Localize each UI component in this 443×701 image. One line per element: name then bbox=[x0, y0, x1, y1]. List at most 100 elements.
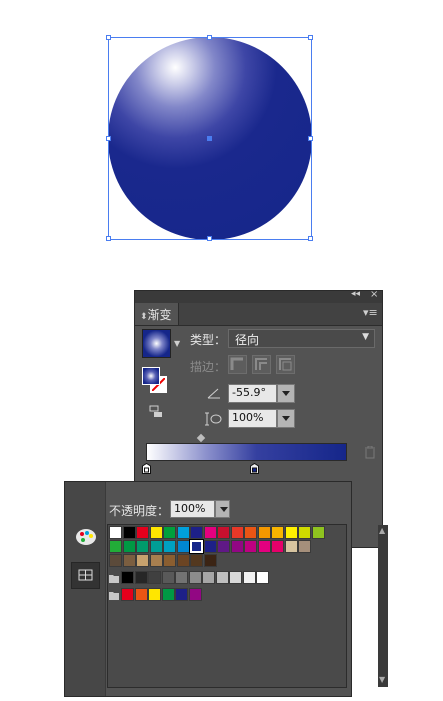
grayscale-row-swatch[interactable] bbox=[202, 571, 215, 584]
gradient-type-dropdown[interactable]: 径向 ▼ bbox=[228, 329, 375, 348]
opacity-label: 不透明度： bbox=[109, 504, 170, 518]
color-row-2-swatch[interactable] bbox=[284, 540, 298, 553]
swatches-tab-button[interactable] bbox=[71, 562, 100, 589]
color-row-1-swatch[interactable] bbox=[176, 526, 190, 539]
panel-title-bar[interactable]: ◂◂ × bbox=[135, 289, 382, 303]
grayscale-row-swatch[interactable] bbox=[215, 571, 229, 584]
double-chevron-left-icon[interactable]: ◂◂ bbox=[351, 289, 360, 299]
color-row-2-swatch[interactable] bbox=[244, 540, 257, 553]
color-row-1-swatch[interactable] bbox=[190, 526, 203, 539]
bright-colors-row-swatch[interactable] bbox=[188, 588, 202, 601]
stroke-label: 描边： bbox=[190, 360, 227, 374]
color-row-1-swatch[interactable] bbox=[284, 526, 298, 539]
color-row-1-swatch[interactable] bbox=[257, 526, 271, 539]
color-row-1-swatch[interactable] bbox=[271, 526, 284, 539]
color-row-2-swatch[interactable] bbox=[230, 540, 244, 553]
resize-handle-right[interactable] bbox=[308, 136, 313, 141]
color-row-2-swatch[interactable] bbox=[122, 540, 136, 553]
color-row-1-swatch[interactable] bbox=[109, 526, 122, 539]
gradient-midpoint-diamond[interactable] bbox=[196, 433, 206, 443]
opacity-value: 100% bbox=[174, 502, 206, 515]
stroke-within-gradient-button[interactable] bbox=[228, 355, 247, 374]
grayscale-row-swatch[interactable] bbox=[188, 571, 202, 584]
color-row-2-swatch[interactable] bbox=[271, 540, 284, 553]
resize-handle-bottom-left[interactable] bbox=[106, 236, 111, 241]
color-row-2-swatch[interactable] bbox=[176, 540, 190, 553]
bright-colors-row-swatch[interactable] bbox=[161, 588, 175, 601]
color-row-2-swatch[interactable] bbox=[217, 540, 230, 553]
color-row-2-swatch[interactable] bbox=[163, 540, 176, 553]
grayscale-row-swatch[interactable] bbox=[134, 571, 148, 584]
resize-handle-left[interactable] bbox=[106, 136, 111, 141]
swatch-scrollbar[interactable]: ▲ ▼ bbox=[378, 525, 388, 687]
opacity-dropdown-button[interactable] bbox=[215, 500, 230, 518]
bright-colors-row-swatch[interactable] bbox=[121, 588, 134, 601]
swatch-group-folder-icon[interactable] bbox=[109, 573, 119, 583]
swatch-group-folder-icon[interactable] bbox=[109, 590, 119, 600]
grayscale-row-swatch[interactable] bbox=[256, 571, 269, 584]
selection-bounding-box[interactable] bbox=[106, 35, 313, 241]
color-row-3-swatch[interactable] bbox=[149, 554, 163, 567]
color-row-1-swatch[interactable] bbox=[298, 526, 311, 539]
scroll-down-arrow-icon[interactable]: ▼ bbox=[379, 675, 385, 684]
opacity-input[interactable]: 100% bbox=[170, 500, 215, 518]
color-row-3-swatch[interactable] bbox=[163, 554, 176, 567]
color-row-1-swatch[interactable] bbox=[149, 526, 163, 539]
panel-menu-icon[interactable]: ▾≡ bbox=[363, 306, 378, 319]
aspect-ratio-dropdown-button[interactable] bbox=[277, 409, 295, 428]
gradient-preview-thumbnail[interactable] bbox=[142, 329, 171, 358]
color-row-1-swatch[interactable] bbox=[163, 526, 176, 539]
gradient-stop-start[interactable] bbox=[142, 462, 151, 474]
color-palette-icon[interactable] bbox=[75, 528, 97, 546]
stroke-along-gradient-button[interactable] bbox=[252, 355, 271, 374]
fill-swatch[interactable] bbox=[142, 367, 160, 385]
color-row-1-swatch[interactable] bbox=[136, 526, 149, 539]
tab-gradient[interactable]: ⬍渐变 bbox=[135, 303, 179, 325]
color-row-2-swatch[interactable] bbox=[109, 540, 122, 553]
color-row-1-swatch[interactable] bbox=[217, 526, 230, 539]
color-row-3-swatch[interactable] bbox=[136, 554, 149, 567]
color-row-2-swatch[interactable] bbox=[257, 540, 271, 553]
color-row-3-swatch[interactable] bbox=[109, 554, 122, 567]
trash-icon[interactable] bbox=[364, 445, 376, 459]
color-row-1-swatch[interactable] bbox=[244, 526, 257, 539]
resize-handle-bottom-right[interactable] bbox=[308, 236, 313, 241]
stroke-across-gradient-button[interactable] bbox=[276, 355, 295, 374]
grayscale-row-swatch[interactable] bbox=[175, 571, 188, 584]
color-row-3-swatch[interactable] bbox=[176, 554, 190, 567]
color-row-3-swatch[interactable] bbox=[190, 554, 203, 567]
color-row-1-swatch[interactable] bbox=[230, 526, 244, 539]
bright-colors-row-swatch[interactable] bbox=[134, 588, 148, 601]
resize-handle-top-left[interactable] bbox=[106, 35, 111, 40]
color-row-2-swatch[interactable] bbox=[203, 540, 217, 553]
color-row-2-swatch[interactable] bbox=[189, 539, 204, 554]
angle-dropdown-button[interactable] bbox=[277, 384, 295, 403]
color-row-2-swatch[interactable] bbox=[136, 540, 149, 553]
resize-handle-bottom[interactable] bbox=[207, 236, 212, 241]
gradient-slider-bar[interactable] bbox=[146, 443, 347, 461]
aspect-ratio-input[interactable]: 100% bbox=[228, 409, 277, 428]
grayscale-row-swatch[interactable] bbox=[242, 571, 256, 584]
angle-input[interactable]: -55.9° bbox=[228, 384, 277, 403]
resize-handle-top-right[interactable] bbox=[308, 35, 313, 40]
bright-colors-row-swatch[interactable] bbox=[175, 588, 188, 601]
chevron-down-icon[interactable]: ▼ bbox=[174, 339, 180, 348]
bright-colors-row-swatch[interactable] bbox=[148, 588, 161, 601]
grayscale-row-swatch[interactable] bbox=[121, 571, 134, 584]
close-icon[interactable]: × bbox=[370, 289, 378, 300]
grayscale-row-swatch[interactable] bbox=[161, 571, 175, 584]
color-row-2-swatch[interactable] bbox=[298, 540, 311, 553]
color-row-2-swatch[interactable] bbox=[149, 540, 163, 553]
grayscale-row-swatch[interactable] bbox=[148, 571, 161, 584]
color-row-3-swatch[interactable] bbox=[122, 554, 136, 567]
color-row-1-swatch[interactable] bbox=[203, 526, 217, 539]
color-row-1-swatch[interactable] bbox=[122, 526, 136, 539]
resize-handle-top[interactable] bbox=[207, 35, 212, 40]
color-row-3-swatch[interactable] bbox=[203, 554, 217, 567]
reverse-gradient-icon[interactable] bbox=[149, 405, 163, 419]
grayscale-row-swatch[interactable] bbox=[229, 571, 242, 584]
color-row-1-swatch[interactable] bbox=[311, 526, 325, 539]
expand-toggle-icon[interactable]: ⬍ bbox=[140, 312, 148, 322]
gradient-stop-end[interactable] bbox=[250, 462, 259, 474]
scroll-up-arrow-icon[interactable]: ▲ bbox=[379, 526, 385, 535]
